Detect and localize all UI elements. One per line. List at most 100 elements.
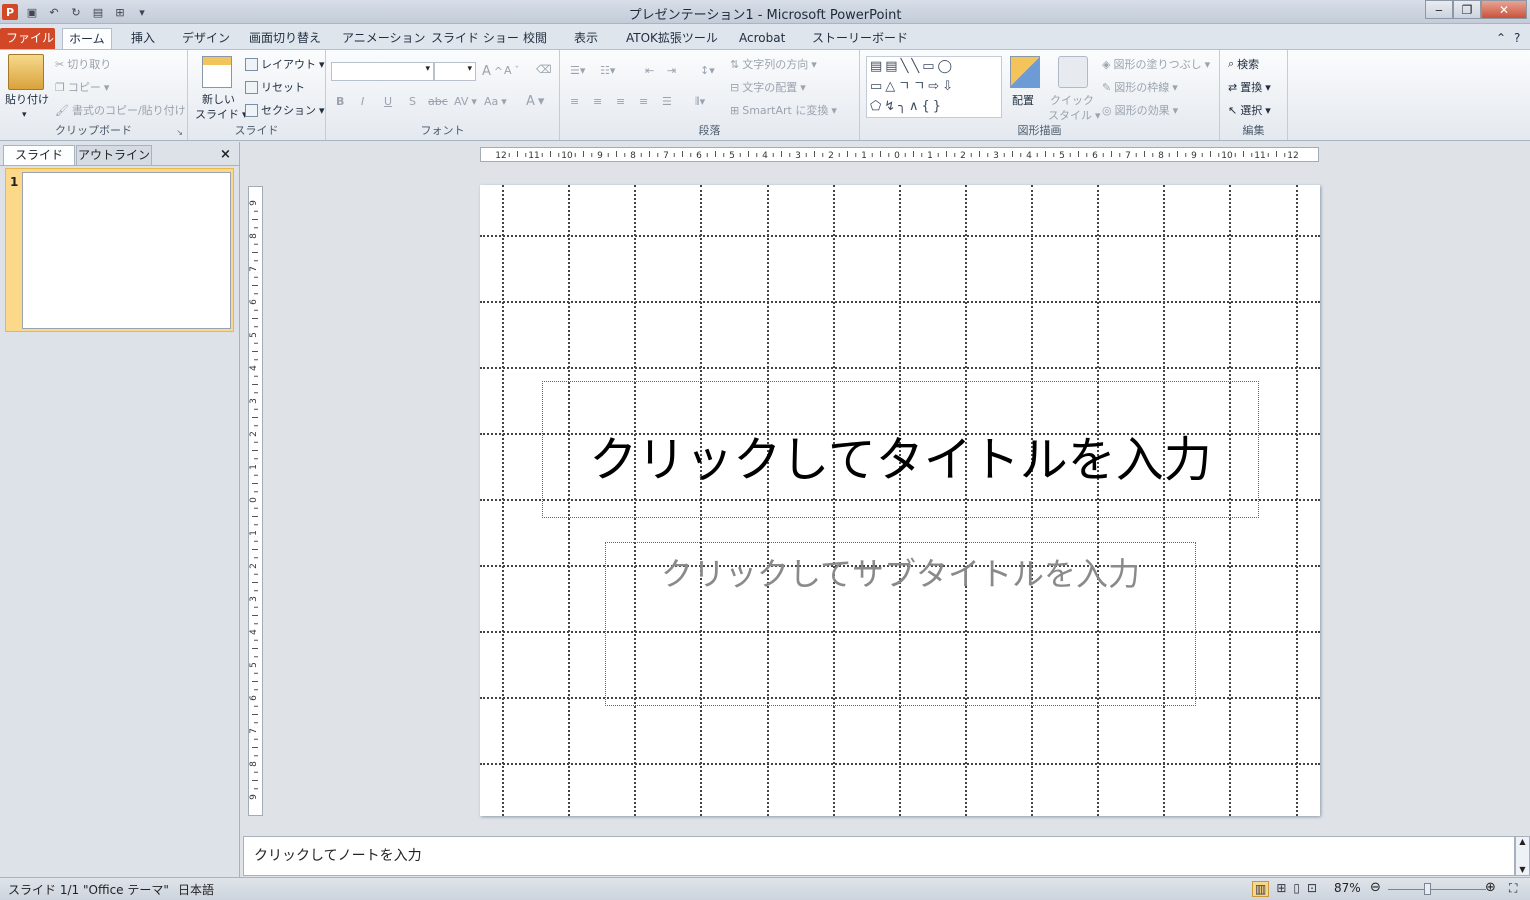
find-button[interactable]: ⌕ 検索 xyxy=(1228,56,1259,72)
zoom-level[interactable]: 87% xyxy=(1334,881,1361,895)
ruler-label: 3 xyxy=(249,596,259,602)
ruler-label: 8 xyxy=(249,233,259,239)
zoom-slider-track[interactable] xyxy=(1388,889,1486,890)
grow-font-icon[interactable]: A ^ xyxy=(482,64,503,79)
tab-view[interactable]: 表示 xyxy=(568,28,604,50)
tab-file[interactable]: ファイル xyxy=(0,28,55,50)
format-painter-button[interactable]: 🖌 書式のコピー/貼り付け xyxy=(55,102,186,118)
tab-animations[interactable]: アニメーション xyxy=(336,28,432,50)
title-placeholder[interactable]: クリックしてタイトルを入力 xyxy=(542,381,1259,518)
subtitle-placeholder[interactable]: クリックしてサブタイトルを入力 xyxy=(605,542,1196,706)
ruler-label: 1 xyxy=(249,530,259,536)
paste-button[interactable]: 貼り付け xyxy=(5,91,49,107)
horizontal-ruler[interactable]: 12 11 10 9 8 7 6 5 4 3 2 1 0 1 2 3 4 5 6 7 8 9 10 11 12 xyxy=(480,147,1319,162)
layout-button[interactable]: レイアウト ▾ xyxy=(245,56,325,72)
char-spacing-button[interactable]: AV ▾ xyxy=(454,95,477,108)
group-label-slides: スライド xyxy=(234,124,279,137)
change-case-button[interactable]: Aa ▾ xyxy=(484,95,507,108)
shape-outline-label: 図形の枠線 xyxy=(1114,81,1170,94)
select-button[interactable]: ↖ 選択 ▾ xyxy=(1228,102,1271,118)
new-slide-button-line1[interactable]: 新しい xyxy=(202,91,235,107)
slide-sorter-icon[interactable]: ⊞ xyxy=(1276,881,1286,897)
help-icon[interactable]: ? xyxy=(1508,28,1526,50)
notes-scrollbar[interactable]: ▲ ▼ xyxy=(1515,836,1530,876)
reset-button[interactable]: リセット xyxy=(245,79,305,95)
scroll-down-icon[interactable]: ▼ xyxy=(1516,865,1529,875)
align-left-icon[interactable]: ≡ xyxy=(570,95,579,108)
copy-button[interactable]: ❐ コピー ▾ xyxy=(55,79,109,95)
close-button[interactable]: ✕ xyxy=(1481,0,1527,19)
shape-outline-button[interactable]: ✎ 図形の枠線 ▾ xyxy=(1102,79,1178,95)
clear-format-icon[interactable]: ⌫ xyxy=(536,63,552,76)
normal-view-icon[interactable]: ▥ xyxy=(1252,881,1270,897)
smartart-button[interactable]: ⊞ SmartArt に変換 ▾ xyxy=(730,102,837,118)
tab-home[interactable]: ホーム xyxy=(62,28,112,50)
vertical-ruler-ticks: 9 8 7 6 5 4 3 2 1 0 1 2 3 4 5 6 7 8 9 xyxy=(249,200,259,800)
tab-slideshow[interactable]: スライド ショー xyxy=(425,28,525,50)
fit-to-window-icon[interactable]: ⛶ xyxy=(1509,881,1517,896)
section-button[interactable]: セクション ▾ xyxy=(245,102,325,118)
tab-storyboard[interactable]: ストーリーボード xyxy=(806,28,914,50)
tab-acrobat[interactable]: Acrobat xyxy=(733,28,791,50)
shrink-font-icon[interactable]: Aˇ xyxy=(504,64,519,77)
line-spacing-icon[interactable]: ↕▾ xyxy=(700,64,715,77)
increase-indent-icon[interactable]: ⇥ xyxy=(667,64,676,77)
chevron-down-icon: ▾ xyxy=(1204,57,1211,71)
align-text-button[interactable]: ⊟ 文字の配置 ▾ xyxy=(730,79,806,95)
tab-review[interactable]: 校閲 xyxy=(517,28,553,50)
decrease-indent-icon[interactable]: ⇤ xyxy=(645,64,654,77)
notes-pane[interactable]: クリックしてノートを入力 xyxy=(243,836,1515,876)
zoom-in-icon[interactable]: ⊕ xyxy=(1485,880,1496,895)
shape-effects-button[interactable]: ◎ 図形の効果 ▾ xyxy=(1102,102,1178,118)
shadow-button[interactable]: S xyxy=(409,95,416,108)
ruler-label: 3 xyxy=(249,398,259,404)
paste-dropdown-icon[interactable]: ▾ xyxy=(22,110,27,120)
italic-button[interactable]: I xyxy=(361,95,364,108)
slideshow-icon[interactable]: ⊡ xyxy=(1307,881,1317,897)
columns-icon[interactable]: ⫴▾ xyxy=(695,95,705,109)
underline-button[interactable]: U xyxy=(384,95,392,108)
quick-style-button-line1[interactable]: クイック xyxy=(1050,92,1094,108)
minimize-button[interactable]: ‒ xyxy=(1425,0,1453,19)
zoom-slider-thumb[interactable] xyxy=(1424,883,1431,895)
cut-button[interactable]: ✂ 切り取り xyxy=(55,56,111,72)
font-color-button[interactable]: A ▾ xyxy=(526,94,544,109)
status-language[interactable]: 日本語 xyxy=(178,881,214,898)
restore-button[interactable]: ❐ xyxy=(1453,0,1481,19)
align-center-icon[interactable]: ≡ xyxy=(593,95,602,108)
justify-icon[interactable]: ≡ xyxy=(639,95,648,108)
tab-design[interactable]: デザイン xyxy=(176,28,236,50)
bullets-icon[interactable]: ☰▾ xyxy=(570,64,585,77)
tab-transitions[interactable]: 画面切り替え xyxy=(243,28,327,50)
strikethrough-button[interactable]: abc xyxy=(428,95,448,108)
shape-fill-button[interactable]: ◈ 図形の塗りつぶし ▾ xyxy=(1102,56,1210,72)
tab-slides-panel[interactable]: スライド xyxy=(3,145,75,165)
reading-view-icon[interactable]: ▯ xyxy=(1293,881,1300,897)
tab-insert[interactable]: 挿入 xyxy=(125,28,161,50)
close-panel-icon[interactable]: × xyxy=(220,147,231,162)
slide-thumbnail-1[interactable] xyxy=(22,172,231,329)
distribute-icon[interactable]: ☰ xyxy=(662,95,672,108)
arrange-button[interactable]: 配置 xyxy=(1012,92,1034,108)
align-right-icon[interactable]: ≡ xyxy=(616,95,625,108)
shapes-row-3: ⬠↯╮∧{} xyxy=(870,99,945,114)
tab-atok[interactable]: ATOK拡張ツール xyxy=(620,28,724,50)
replace-button[interactable]: ⇄ 置換 ▾ xyxy=(1228,79,1271,95)
quick-style-button-line2[interactable]: スタイル ▾ xyxy=(1048,107,1101,123)
font-name-combobox[interactable]: ▾ xyxy=(331,62,434,81)
tab-outline-panel[interactable]: アウトライン xyxy=(76,145,152,165)
numbering-icon[interactable]: ☷▾ xyxy=(600,64,615,77)
dialog-launcher-icon[interactable]: ↘ xyxy=(176,128,183,137)
bold-button[interactable]: B xyxy=(336,95,344,108)
slide-canvas[interactable]: クリックしてタイトルを入力 クリックしてサブタイトルを入力 xyxy=(480,185,1320,816)
scroll-up-icon[interactable]: ▲ xyxy=(1516,837,1529,847)
shapes-gallery[interactable]: ▤▤╲╲▭◯ ▭△ㄱㄱ⇨⇩ ⬠↯╮∧{} xyxy=(866,56,1002,118)
subtitle-placeholder-text: クリックしてサブタイトルを入力 xyxy=(660,555,1141,593)
new-slide-button-line2[interactable]: スライド▾ xyxy=(195,106,248,122)
font-size-combobox[interactable]: ▾ xyxy=(434,62,476,81)
zoom-out-icon[interactable]: ⊖ xyxy=(1370,880,1381,895)
vertical-ruler[interactable]: 9 8 7 6 5 4 3 2 1 0 1 2 3 4 5 6 7 8 9 xyxy=(248,186,263,816)
group-clipboard: 貼り付け ▾ ✂ 切り取り ❐ コピー ▾ 🖌 書式のコピー/貼り付け クリップボード … xyxy=(0,50,188,140)
text-direction-button[interactable]: ⇅ 文字列の方向 ▾ xyxy=(730,56,817,72)
section-label: セクション xyxy=(261,104,316,117)
